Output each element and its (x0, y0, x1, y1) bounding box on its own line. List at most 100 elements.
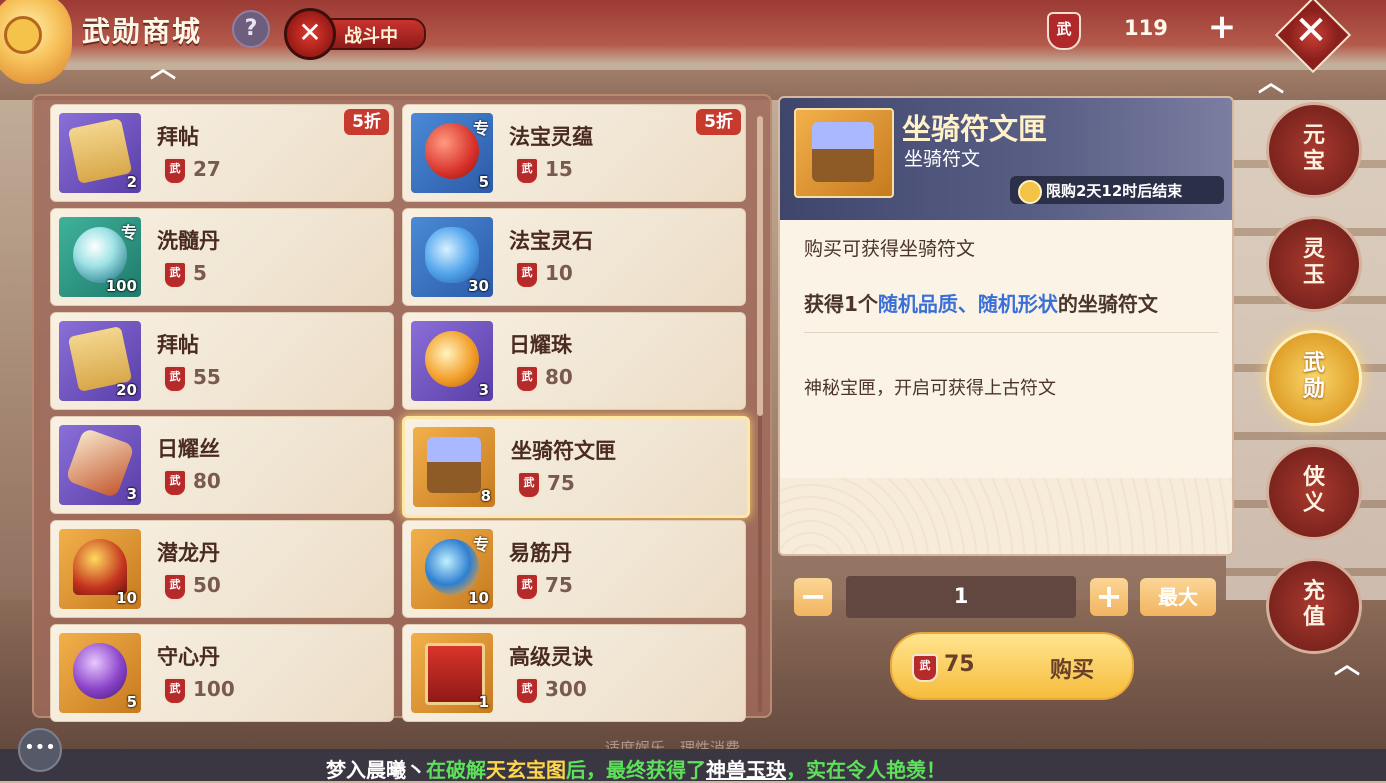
bird-icon: ︿ (150, 54, 177, 84)
merit-currency-icon: 武 (515, 261, 539, 289)
page-title: 武勋商城 (82, 15, 203, 48)
bird-icon: ︿ (1334, 650, 1361, 680)
merit-currency-icon: 武 (163, 573, 187, 601)
shop-item-card[interactable]: 10 专 易筋丹武 75 (402, 520, 746, 618)
quantity-increase-button[interactable]: + (1090, 578, 1128, 616)
item-price: 80 (193, 469, 221, 493)
item-thumbnail: 8 (413, 427, 495, 507)
shop-item-card[interactable]: 10 潜龙丹武 50 (50, 520, 394, 618)
shop-tab[interactable]: 侠 义 (1266, 444, 1362, 540)
item-quantity: 1 (478, 693, 489, 711)
merit-currency-icon: 武 (163, 469, 187, 497)
item-thumbnail: 30 (411, 217, 493, 297)
exclusive-tag: 专 (472, 535, 489, 554)
shop-item-card[interactable]: 3 日耀珠武 80 (402, 312, 746, 410)
item-name: 法宝灵石 (509, 229, 593, 253)
detail-description-1: 购买可获得坐骑符文 (804, 238, 976, 260)
item-name: 法宝灵蕴 (509, 125, 593, 149)
item-thumbnail: 2 (59, 113, 141, 193)
quantity-value: 1 (953, 584, 969, 608)
buy-price: 75 (944, 652, 975, 677)
detail-flavor-text: 神秘宝匣，开启可获得上古符文 (804, 378, 1056, 399)
item-art-icon (65, 427, 135, 499)
shop-item-card[interactable]: 100 专 洗髓丹武 5 (50, 208, 394, 306)
merit-currency-icon: 武 (163, 157, 187, 185)
shop-tab[interactable]: 灵 玉 (1266, 216, 1362, 312)
chat-bubble-icon[interactable]: ••• (18, 728, 62, 772)
detail-item-image (794, 108, 894, 198)
item-quantity: 5 (126, 693, 137, 711)
detail-item-category: 坐骑符文 (904, 148, 981, 170)
item-art-icon (73, 227, 127, 283)
shop-tab[interactable]: 充 值 (1266, 558, 1362, 654)
item-art-icon (425, 331, 479, 387)
lantern-icon (0, 0, 72, 84)
shop-tab-label: 武 勋 (1302, 351, 1325, 402)
item-quantity: 3 (478, 381, 489, 399)
merit-currency-icon: 武 (163, 677, 187, 705)
close-button[interactable]: ✕ (1286, 6, 1336, 56)
top-bar (0, 0, 1386, 64)
shop-item-card[interactable]: 20 拜帖武 55 (50, 312, 394, 410)
broadcast-bar: 梦入晨曦丶在破解天玄宝图后，最终获得了神兽玉玦，实在令人艳羡！ (0, 749, 1386, 782)
item-price: 10 (545, 261, 573, 285)
item-name: 坐骑符文匣 (511, 439, 616, 463)
item-price: 55 (193, 365, 221, 389)
item-name: 洗髓丹 (157, 229, 220, 253)
item-art-icon (67, 117, 133, 185)
shop-item-card[interactable]: 5 守心丹武 100 (50, 624, 394, 722)
item-price: 50 (193, 573, 221, 597)
shop-tab-label: 元 宝 (1302, 123, 1325, 174)
item-quantity: 10 (468, 589, 489, 607)
shop-tab-label: 侠 义 (1302, 465, 1325, 516)
scrollbar-thumb[interactable] (757, 116, 763, 416)
merit-currency-icon: 武 (515, 573, 539, 601)
item-thumbnail: 5 (59, 633, 141, 713)
merit-currency-amount: 119 (1124, 16, 1168, 40)
detail-description-2: 获得1个随机品质、随机形状的坐骑符文 (804, 292, 1158, 316)
item-price: 80 (545, 365, 573, 389)
buy-button[interactable]: 武 75 购买 (890, 632, 1134, 700)
add-currency-button[interactable]: + (1207, 10, 1237, 44)
shop-item-card[interactable]: 1 高级灵诀武 300 (402, 624, 746, 722)
shop-item-card[interactable]: 3 日耀丝武 80 (50, 416, 394, 514)
detail-divider (804, 332, 1218, 333)
merit-currency-icon: 武 (515, 677, 539, 705)
item-thumbnail: 1 (411, 633, 493, 713)
shop-tab[interactable]: 武 勋 (1266, 330, 1362, 426)
help-button[interactable]: ? (232, 10, 270, 48)
shop-tab[interactable]: 元 宝 (1266, 102, 1362, 198)
item-quantity: 2 (126, 173, 137, 191)
bird-icon: ︿ (1258, 68, 1285, 98)
item-price: 5 (193, 261, 207, 285)
item-thumbnail: 3 (411, 321, 493, 401)
item-name: 易筋丹 (509, 541, 572, 565)
battle-status: 战斗中 ✕ (284, 8, 426, 60)
item-quantity: 100 (105, 277, 137, 295)
item-art-icon (73, 643, 127, 699)
merit-currency-icon: 武 (912, 654, 938, 682)
quantity-decrease-button[interactable]: − (794, 578, 832, 616)
max-quantity-button[interactable]: 最大 (1140, 578, 1216, 616)
merit-currency-icon: 武 (1047, 12, 1081, 50)
item-art-icon (73, 539, 127, 595)
item-thumbnail: 20 (59, 321, 141, 401)
shop-item-card[interactable]: 30 法宝灵石武 10 (402, 208, 746, 306)
quantity-field[interactable]: 1 (846, 576, 1076, 618)
battle-status-label: 战斗中 (344, 26, 398, 47)
shop-item-card[interactable]: 5 专法宝灵蕴武 15 5折 (402, 104, 746, 202)
item-price: 27 (193, 157, 221, 181)
exclusive-tag: 专 (472, 119, 489, 138)
shop-item-card[interactable]: 8 坐骑符文匣武 75 (402, 416, 750, 518)
clock-icon (1018, 180, 1042, 204)
item-price: 300 (545, 677, 587, 701)
item-price: 75 (547, 471, 575, 495)
item-name: 日耀珠 (509, 333, 572, 357)
broadcast-message: 梦入晨曦丶在破解天玄宝图后，最终获得了神兽玉玦，实在令人艳羡！ (326, 758, 946, 782)
detail-item-title: 坐骑符文匣 (902, 112, 1048, 146)
merit-currency-icon: 武 (515, 365, 539, 393)
item-price: 100 (193, 677, 235, 701)
shop-tab-label: 充 值 (1302, 579, 1325, 630)
shop-item-card[interactable]: 2 拜帖武 27 5折 (50, 104, 394, 202)
discount-badge: 5折 (344, 109, 389, 135)
